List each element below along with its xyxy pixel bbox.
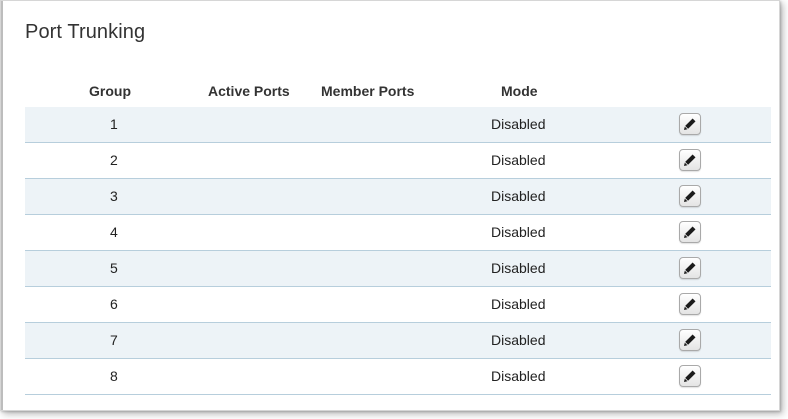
mode-cell: Disabled (491, 152, 546, 168)
column-header-mode: Mode (501, 83, 538, 99)
edit-group-button[interactable] (679, 221, 701, 243)
mode-cell: Disabled (491, 224, 546, 240)
pencil-icon (684, 334, 696, 346)
edit-group-button[interactable] (679, 149, 701, 171)
group-cell: 3 (110, 188, 118, 204)
pencil-icon (684, 154, 696, 166)
edit-group-button[interactable] (679, 185, 701, 207)
edit-group-button[interactable] (679, 257, 701, 279)
table-row: 2 Disabled (25, 143, 771, 179)
mode-cell: Disabled (491, 368, 546, 384)
edit-group-button[interactable] (679, 329, 701, 351)
mode-cell: Disabled (491, 188, 546, 204)
edit-group-button[interactable] (679, 113, 701, 135)
pencil-icon (684, 298, 696, 310)
edit-group-button[interactable] (679, 365, 701, 387)
pencil-icon (684, 262, 696, 274)
table-row: 7 Disabled (25, 323, 771, 359)
pencil-icon (684, 370, 696, 382)
group-cell: 2 (110, 152, 118, 168)
port-trunking-table: Group Active Ports Member Ports Mode 1 D… (25, 83, 771, 395)
pencil-icon (684, 190, 696, 202)
edit-group-button[interactable] (679, 293, 701, 315)
table-row: 5 Disabled (25, 251, 771, 287)
group-cell: 6 (110, 296, 118, 312)
column-header-active-ports: Active Ports (208, 83, 290, 99)
page-title: Port Trunking (25, 21, 146, 43)
mode-cell: Disabled (491, 332, 546, 348)
group-cell: 5 (110, 260, 118, 276)
group-cell: 4 (110, 224, 118, 240)
table-row: 3 Disabled (25, 179, 771, 215)
group-cell: 8 (110, 368, 118, 384)
group-cell: 1 (110, 116, 118, 132)
table-row: 4 Disabled (25, 215, 771, 251)
table-row: 6 Disabled (25, 287, 771, 323)
column-header-group: Group (89, 83, 131, 99)
mode-cell: Disabled (491, 296, 546, 312)
table-row: 8 Disabled (25, 359, 771, 395)
port-trunking-panel: Port Trunking Group Active Ports Member … (0, 0, 780, 411)
pencil-icon (684, 226, 696, 238)
mode-cell: Disabled (491, 116, 546, 132)
mode-cell: Disabled (491, 260, 546, 276)
table-header: Group Active Ports Member Ports Mode (25, 83, 771, 107)
column-header-member-ports: Member Ports (321, 83, 415, 99)
group-cell: 7 (110, 332, 118, 348)
pencil-icon (684, 118, 696, 130)
table-row: 1 Disabled (25, 107, 771, 143)
